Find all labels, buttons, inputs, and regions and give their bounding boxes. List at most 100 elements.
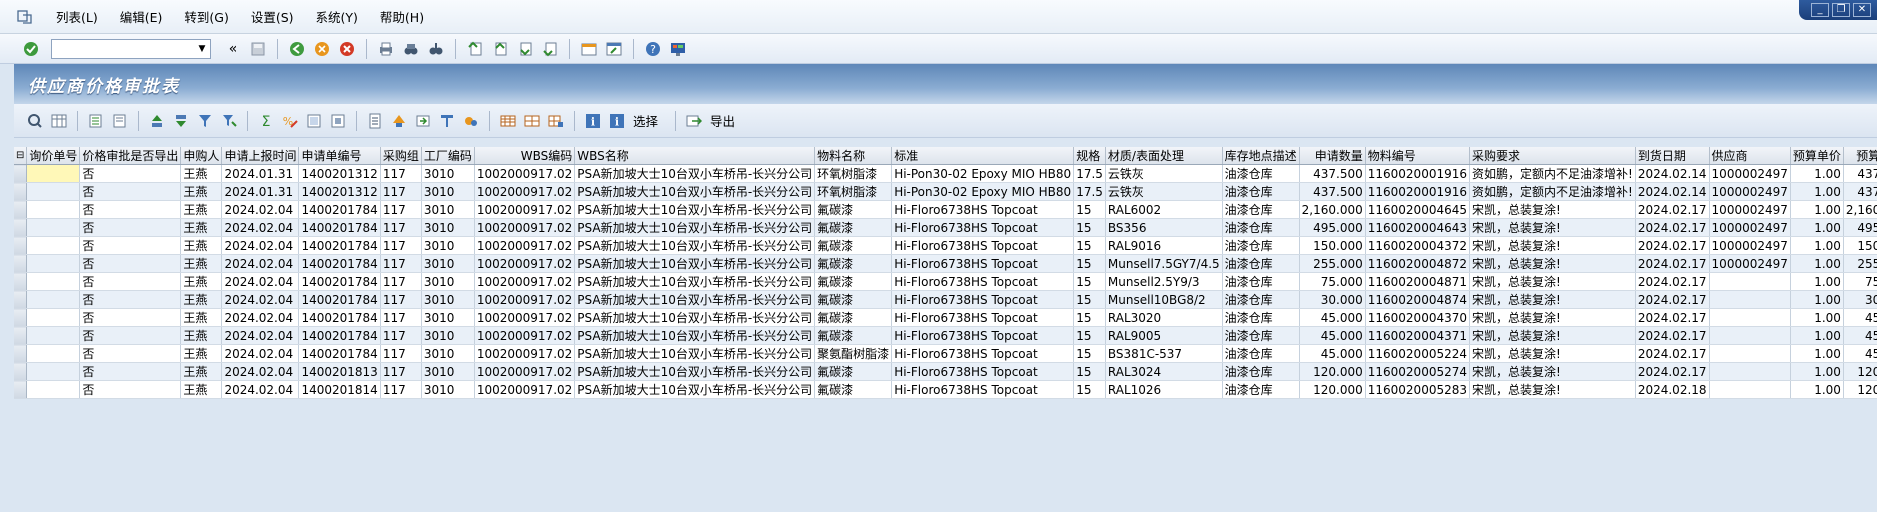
table-cell[interactable]: PSA新加坡大士10台双小车桥吊-长兴分公司 [574,272,816,291]
table-cell[interactable] [26,182,81,201]
table-cell[interactable]: 117 [380,272,422,291]
table-cell[interactable]: 1160020004372 [1365,236,1471,255]
table-cell[interactable]: 3010 [421,218,475,237]
table-cell[interactable]: 否 [79,164,182,183]
row-selector[interactable] [14,380,28,399]
table-cell[interactable]: Hi-Floro6738HS Topcoat [891,380,1075,399]
table-cell[interactable] [1709,290,1791,309]
table-cell[interactable]: 150 [1843,236,1877,255]
table-cell[interactable]: 2024.02.17 [1635,344,1710,363]
table-cell[interactable]: 1000002497 [1709,236,1791,255]
export-icon[interactable] [683,110,705,132]
table-cell[interactable]: 氟碳漆 [814,308,893,327]
table-cell[interactable]: 王燕 [180,344,223,363]
table-row[interactable]: 否王燕 2024.02.04 1400201814 117 3010 1002000917… [14,380,1877,399]
table-cell[interactable]: BS381C-537 [1105,344,1223,363]
table-cell[interactable] [1709,344,1791,363]
table-cell[interactable]: PSA新加坡大士10台双小车桥吊-长兴分公司 [574,362,816,381]
table-cell[interactable]: Hi-Floro6738HS Topcoat [891,254,1075,273]
table-cell[interactable]: 王燕 [180,236,223,255]
table-cell[interactable]: 油漆仓库 [1222,326,1300,345]
table-cell[interactable]: 15 [1073,272,1106,291]
table-cell[interactable]: 17.5 [1073,164,1106,183]
table-cell[interactable]: 1002000917.02 [474,326,576,345]
table-cell[interactable]: 油漆仓库 [1222,308,1300,327]
previous-page-icon[interactable] [489,38,511,60]
table-cell[interactable]: 资如鹏，定额内不足油漆增补! [1469,182,1636,201]
table-cell[interactable]: 1400201784 [298,236,381,255]
table-cell[interactable]: Munsell7.5GY7/4.5 [1105,254,1223,273]
table-cell[interactable]: 1400201312 [298,164,381,183]
next-page-icon[interactable] [514,38,536,60]
table-cell[interactable]: 120 [1843,380,1877,399]
table-cell[interactable]: 120.000 [1299,362,1366,381]
table-cell[interactable]: 117 [380,200,422,219]
table-cell[interactable]: 117 [380,308,422,327]
table-cell[interactable]: 2,160 [1843,200,1877,219]
table-cell[interactable]: 2,160.000 [1299,200,1366,219]
table-cell[interactable]: 1002000917.02 [474,200,576,219]
table-cell[interactable]: 宋凯，总装复涂! [1469,380,1636,399]
table-cell[interactable]: 2024.01.31 [221,182,300,201]
table-cell[interactable]: PSA新加坡大士10台双小车桥吊-长兴分公司 [574,380,816,399]
row-selector[interactable] [14,164,28,183]
word-processing-icon[interactable] [436,110,458,132]
table-cell[interactable]: 资如鹏，定额内不足油漆增补! [1469,164,1636,183]
grid-view-icon[interactable] [48,110,70,132]
table-cell[interactable]: 王燕 [180,362,223,381]
table-cell[interactable]: 氟碳漆 [814,380,893,399]
column-header[interactable]: 申请单编号 [298,147,381,165]
table-cell[interactable]: 宋凯，总装复涂! [1469,290,1636,309]
table-cell[interactable]: 油漆仓库 [1222,218,1300,237]
graphic-icon[interactable] [460,110,482,132]
find-icon[interactable] [400,38,422,60]
table-cell[interactable]: 2024.02.04 [221,326,300,345]
table-cell[interactable]: 75.000 [1299,272,1366,291]
table-cell[interactable]: 117 [380,290,422,309]
table-cell[interactable]: 油漆仓库 [1222,272,1300,291]
table-cell[interactable]: 宋凯，总装复涂! [1469,200,1636,219]
print-preview-icon[interactable] [303,110,325,132]
table-cell[interactable]: 否 [79,272,182,291]
table-cell[interactable]: RAL9005 [1105,326,1223,345]
table-cell[interactable] [1709,362,1791,381]
table-cell[interactable]: 否 [79,380,182,399]
table-cell[interactable]: 3010 [421,326,475,345]
sort-descending-icon[interactable] [170,110,192,132]
table-cell[interactable]: 1.00 [1790,182,1844,201]
sap-menu-icon[interactable] [12,7,38,27]
choose-layout-icon[interactable] [521,110,543,132]
column-header[interactable]: 采购要求 [1469,147,1636,165]
menu-settings[interactable]: 设置(S) [247,5,298,28]
table-cell[interactable]: 否 [79,362,182,381]
table-cell[interactable]: 45 [1843,326,1877,345]
table-cell[interactable]: 1160020004370 [1365,308,1471,327]
local-file-icon[interactable] [412,110,434,132]
minimize-icon[interactable]: _ [1811,3,1829,17]
back-icon[interactable] [286,38,308,60]
column-header[interactable]: 物料名称 [814,147,893,165]
table-cell[interactable]: 2024.02.04 [221,344,300,363]
table-cell[interactable]: 1.00 [1790,308,1844,327]
table-cell[interactable]: 1.00 [1790,218,1844,237]
table-cell[interactable]: 2024.02.18 [1635,380,1710,399]
layout-icon[interactable] [327,110,349,132]
table-row[interactable]: 否王燕 2024.01.31 1400201312 117 3010 1002000917… [14,164,1877,183]
table-cell[interactable]: 1160020004871 [1365,272,1471,291]
table-cell[interactable]: 王燕 [180,254,223,273]
table-cell[interactable]: 油漆仓库 [1222,290,1300,309]
table-cell[interactable]: 120.000 [1299,380,1366,399]
table-cell[interactable]: 宋凯，总装复涂! [1469,362,1636,381]
table-cell[interactable]: 1002000917.02 [474,380,576,399]
filter-options-icon[interactable] [218,110,240,132]
table-row[interactable]: 否王燕 2024.02.04 1400201784 117 3010 1002000917… [14,272,1877,291]
table-cell[interactable]: BS356 [1105,218,1223,237]
table-cell[interactable]: 1160020001916 [1365,182,1471,201]
table-cell[interactable]: 1.00 [1790,200,1844,219]
row-selector[interactable] [14,236,28,255]
table-cell[interactable] [1709,380,1791,399]
row-selector[interactable] [14,362,28,381]
table-cell[interactable]: Munsell2.5Y9/3 [1105,272,1223,291]
table-cell[interactable]: 1160020005283 [1365,380,1471,399]
table-cell[interactable]: 2024.02.17 [1635,236,1710,255]
